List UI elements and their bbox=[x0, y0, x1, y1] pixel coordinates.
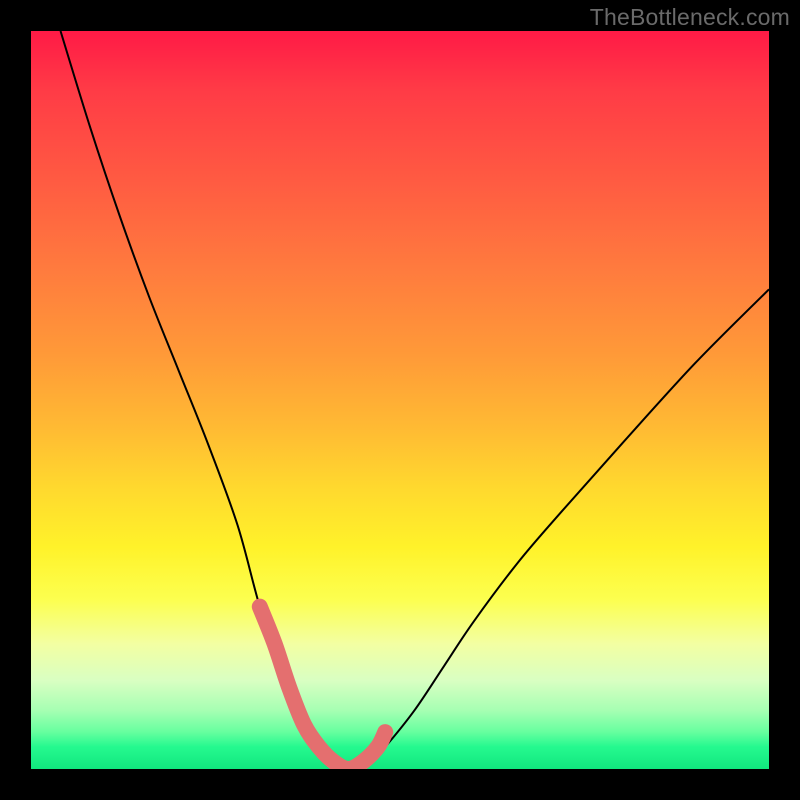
plot-area bbox=[31, 31, 769, 769]
highlight-band-path bbox=[260, 607, 385, 769]
watermark-text: TheBottleneck.com bbox=[590, 4, 790, 31]
chart-frame: TheBottleneck.com bbox=[0, 0, 800, 800]
bottleneck-curve-path bbox=[61, 31, 769, 769]
chart-svg bbox=[31, 31, 769, 769]
